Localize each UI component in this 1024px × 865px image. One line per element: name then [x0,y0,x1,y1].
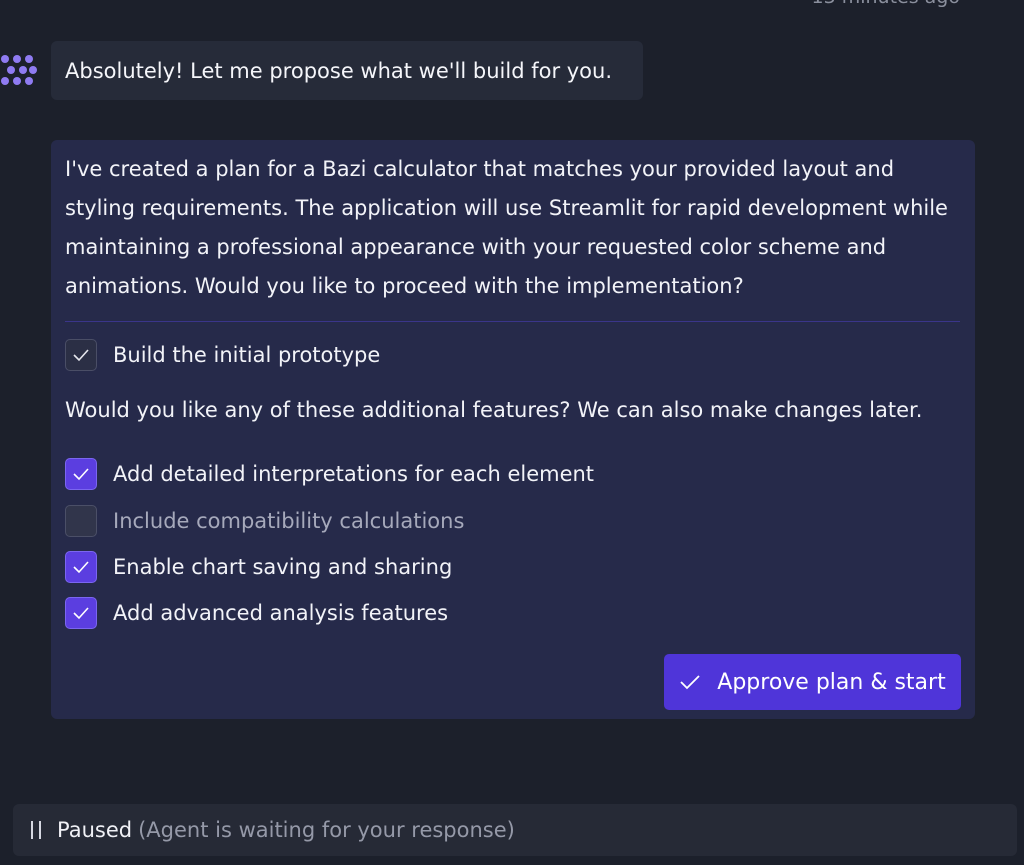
checkmark-icon [73,561,89,574]
status-text: Paused [57,818,133,842]
feature-checkbox-compatibility[interactable] [65,505,97,537]
feature-row-compatibility[interactable]: Include compatibility calculations [65,505,464,537]
message-timestamp: 13 minutes ago [812,0,961,8]
agent-message-bubble: Absolutely! Let me propose what we'll bu… [51,41,643,100]
feature-checkbox-advanced-analysis[interactable] [65,597,97,629]
feature-row-interpretations[interactable]: Add detailed interpretations for each el… [65,458,594,490]
approve-plan-button[interactable]: Approve plan & start [664,654,961,710]
agent-status-bar: Paused (Agent is waiting for your respon… [13,804,1017,856]
feature-checkbox-chart-saving[interactable] [65,551,97,583]
checkmark-icon [680,675,700,690]
checkmark-icon [73,607,89,620]
plan-description: I've created a plan for a Bazi calculato… [65,157,948,298]
checkmark-icon [73,349,89,362]
base-item-label: Build the initial prototype [113,343,381,367]
base-item-checkbox[interactable] [65,339,97,371]
agent-message-text: Absolutely! Let me propose what we'll bu… [65,58,613,83]
feature-label-interpretations: Add detailed interpretations for each el… [113,462,595,486]
feature-label-chart-saving: Enable chart saving and sharing [113,555,453,579]
pause-icon [31,821,41,839]
plan-card: I've created a plan for a Bazi calculato… [51,140,975,719]
feature-label-advanced-analysis: Add advanced analysis features [113,601,449,625]
plan-divider [65,321,960,322]
feature-label-compatibility: Include compatibility calculations [113,509,465,533]
status-detail: (Agent is waiting for your response) [138,818,515,842]
feature-checkbox-interpretations[interactable] [65,458,97,490]
agent-avatar-icon [0,52,38,90]
checkmark-icon [73,468,89,481]
feature-row-chart-saving[interactable]: Enable chart saving and sharing [65,551,452,583]
feature-row-advanced-analysis[interactable]: Add advanced analysis features [65,597,448,629]
approve-plan-label: Approve plan & start [717,669,946,695]
features-question: Would you like any of these additional f… [65,398,923,422]
base-item-row[interactable]: Build the initial prototype [65,339,380,371]
